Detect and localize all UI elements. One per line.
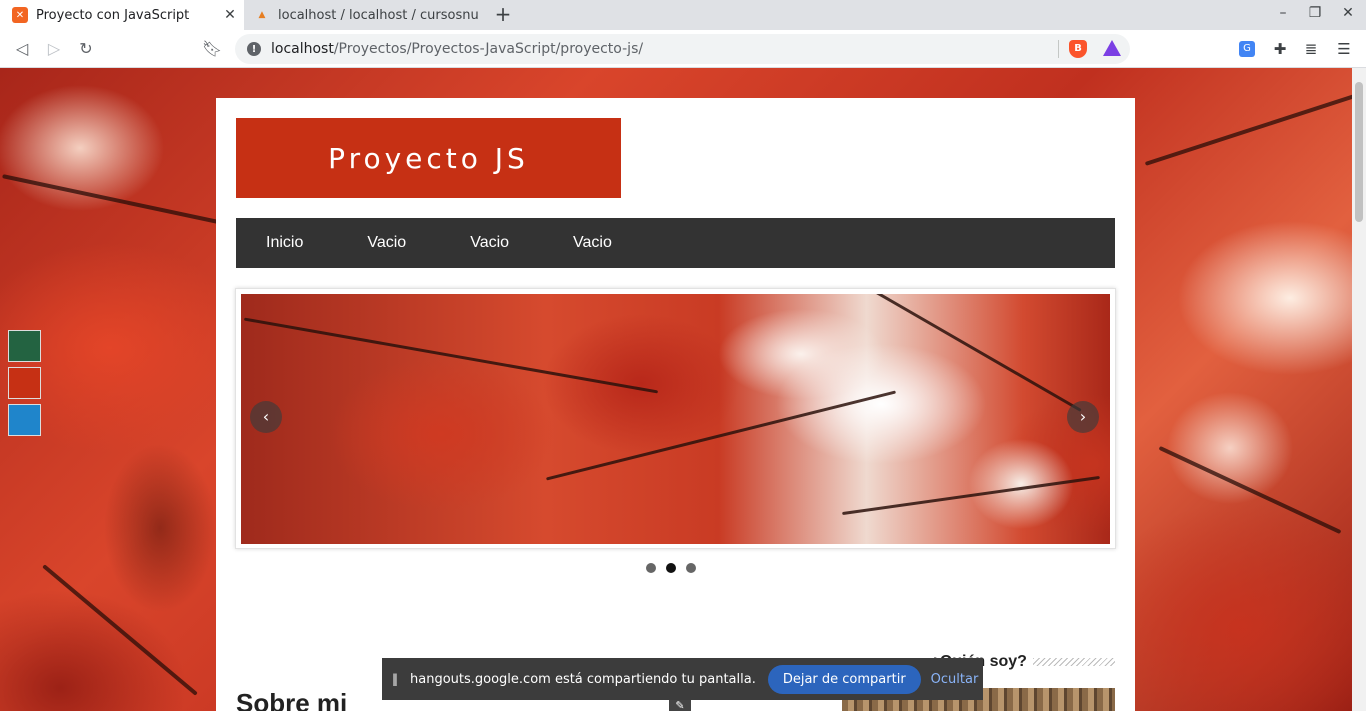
hide-notice-button[interactable]: Ocultar xyxy=(931,672,979,687)
screen-share-notice: ‖ hangouts.google.com está compartiendo … xyxy=(382,658,983,700)
minimize-window-icon[interactable]: – xyxy=(1273,5,1293,25)
slider-prev-icon[interactable]: ‹ xyxy=(250,401,282,433)
about-heading: Sobre mi xyxy=(236,688,348,711)
menu-item-vacio-1[interactable]: Vacio xyxy=(367,234,406,252)
browser-tab-active[interactable]: ✕ Proyecto con JavaScript ✕ xyxy=(0,0,244,30)
extensions-icon[interactable]: ✚ xyxy=(1268,37,1292,61)
media-controls-icon[interactable]: ≣ xyxy=(1299,37,1323,61)
menu-item-vacio-3[interactable]: Vacio xyxy=(573,234,612,252)
theme-blue-button[interactable] xyxy=(8,404,41,436)
brave-rewards-icon[interactable] xyxy=(1103,40,1121,56)
browser-tab-strip: ✕ Proyecto con JavaScript ✕ ▲ localhost … xyxy=(0,0,1366,30)
url-path: /Proyectos/Proyectos-JavaScript/proyecto… xyxy=(333,41,644,57)
address-bar[interactable]: ! localhost/Proyectos/Proyectos-JavaScri… xyxy=(235,34,1130,64)
browser-toolbar: ◁ ▷ ↻ 🔖︎ ! localhost/Proyectos/Proyectos… xyxy=(0,30,1366,68)
page-background: Proyecto JS Inicio Vacio Vacio Vacio ‹ ›… xyxy=(0,68,1352,711)
menu-item-inicio[interactable]: Inicio xyxy=(266,234,303,252)
slide-branch xyxy=(545,390,897,481)
stop-sharing-button[interactable]: Dejar de compartir xyxy=(767,664,921,694)
slide-branch xyxy=(820,294,1082,412)
tab-title: Proyecto con JavaScript xyxy=(36,7,190,23)
scrollbar-thumb[interactable] xyxy=(1355,82,1363,222)
forward-icon[interactable]: ▷ xyxy=(42,37,66,61)
browser-menu-icon[interactable]: ☰ xyxy=(1332,37,1356,61)
close-window-icon[interactable]: ✕ xyxy=(1338,5,1358,25)
back-icon[interactable]: ◁ xyxy=(10,37,34,61)
restore-window-icon[interactable]: ❐ xyxy=(1305,5,1325,25)
drag-handle-icon[interactable]: ‖ xyxy=(392,672,402,686)
slider-dot-3[interactable] xyxy=(686,563,696,573)
slider-next-icon[interactable]: › xyxy=(1067,401,1099,433)
image-slider: ‹ › xyxy=(235,288,1116,549)
bg-branch xyxy=(2,174,228,226)
translate-icon[interactable]: G xyxy=(1239,41,1255,57)
slide-image xyxy=(241,294,1110,544)
slider-pager xyxy=(646,563,696,573)
bg-branch xyxy=(1158,445,1342,535)
menu-item-vacio-2[interactable]: Vacio xyxy=(470,234,509,252)
bg-branch xyxy=(42,564,198,696)
heading-hatch xyxy=(1032,658,1115,666)
theme-red-button[interactable] xyxy=(8,367,41,399)
theme-green-button[interactable] xyxy=(8,330,41,362)
new-tab-button[interactable]: + xyxy=(492,4,514,26)
share-notice-text: hangouts.google.com está compartiendo tu… xyxy=(410,671,756,687)
site-logo[interactable]: Proyecto JS xyxy=(236,118,621,198)
slider-dot-2[interactable] xyxy=(666,563,676,573)
bg-branch xyxy=(1144,94,1352,166)
url-host: localhost xyxy=(271,41,334,57)
page-container: Proyecto JS Inicio Vacio Vacio Vacio ‹ ›… xyxy=(216,98,1135,711)
brave-shields-icon[interactable]: B xyxy=(1069,40,1087,58)
theme-switcher xyxy=(8,330,42,436)
omnibox-divider xyxy=(1058,40,1059,58)
bookmark-icon[interactable]: 🔖︎ xyxy=(200,37,224,61)
logo-text: Proyecto JS xyxy=(328,141,529,175)
main-menu: Inicio Vacio Vacio Vacio xyxy=(236,218,1115,268)
reload-icon[interactable]: ↻ xyxy=(74,37,98,61)
slide-branch xyxy=(842,475,1100,516)
url-text[interactable]: localhost/Proyectos/Proyectos-JavaScript… xyxy=(271,41,643,57)
site-info-icon[interactable]: ! xyxy=(247,42,261,56)
tab-title: localhost / localhost / cursosnu xyxy=(278,7,479,23)
close-tab-icon[interactable]: ✕ xyxy=(222,7,238,23)
page-scrollbar[interactable] xyxy=(1352,68,1366,711)
browser-tab-inactive[interactable]: ▲ localhost / localhost / cursosnu xyxy=(246,0,480,30)
phpmyadmin-icon: ▲ xyxy=(258,10,266,20)
xampp-icon: ✕ xyxy=(12,7,28,23)
slide-branch xyxy=(243,317,659,394)
slider-dot-1[interactable] xyxy=(646,563,656,573)
